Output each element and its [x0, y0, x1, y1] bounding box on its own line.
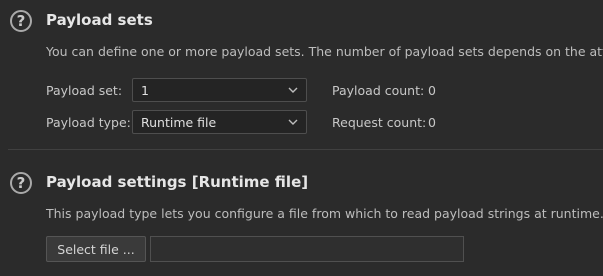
- section-title-payload-sets: Payload sets: [46, 11, 153, 29]
- chevron-down-icon: [288, 87, 298, 93]
- payload-set-select[interactable]: 1: [132, 78, 307, 102]
- chevron-down-icon: [288, 119, 298, 125]
- help-icon[interactable]: ?: [10, 172, 32, 194]
- payload-set-label: Payload set:: [46, 83, 123, 98]
- intruder-payloads-panel: ? Payload sets You can define one or mor…: [0, 0, 603, 276]
- payload-count-value: 0: [428, 83, 436, 98]
- payload-type-label: Payload type:: [46, 115, 131, 130]
- section-divider: [8, 149, 603, 150]
- payload-settings-description: This payload type lets you configure a f…: [46, 206, 603, 221]
- request-count-label: Request count:: [332, 115, 427, 130]
- payload-type-value: Runtime file: [141, 115, 217, 130]
- payload-sets-description: You can define one or more payload sets.…: [46, 44, 603, 59]
- help-icon[interactable]: ?: [10, 10, 32, 32]
- file-path-input[interactable]: [150, 236, 464, 262]
- payload-set-value: 1: [141, 83, 149, 98]
- payload-count-label: Payload count:: [332, 83, 425, 98]
- section-title-payload-settings: Payload settings [Runtime file]: [46, 173, 309, 191]
- select-file-button[interactable]: Select file ...: [46, 236, 146, 262]
- payload-type-select[interactable]: Runtime file: [132, 110, 307, 134]
- request-count-value: 0: [428, 115, 436, 130]
